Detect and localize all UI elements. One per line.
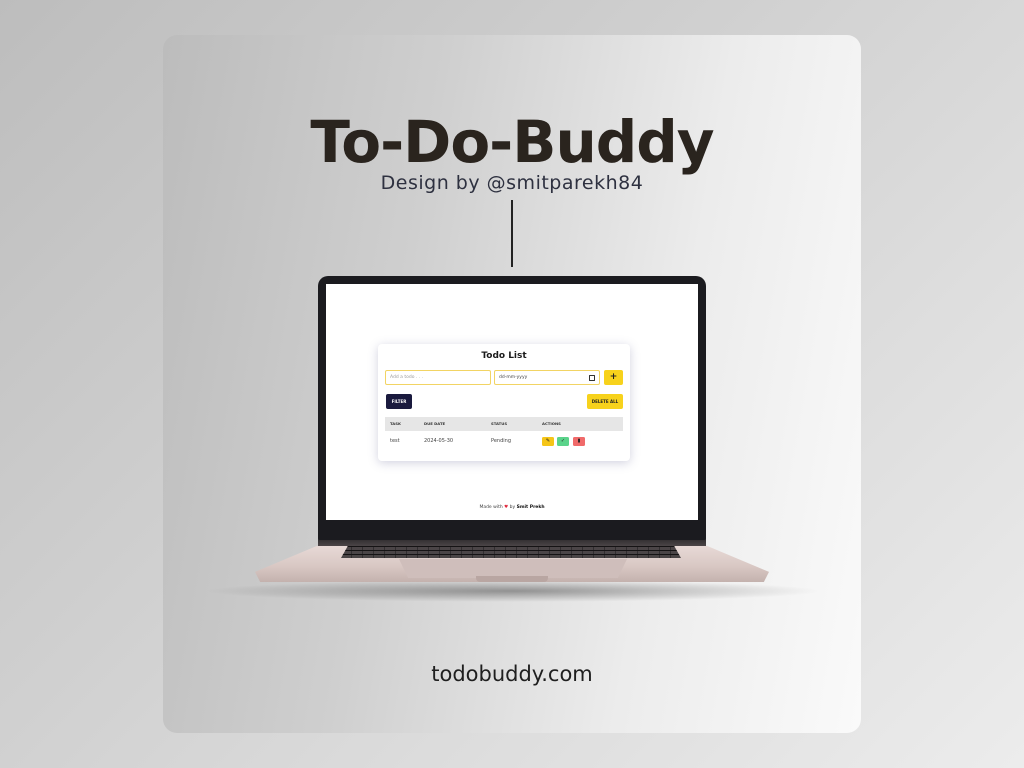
header-actions: ACTIONS	[542, 421, 561, 426]
poster-subtitle: Design by @smitparekh84	[380, 172, 644, 194]
trash-icon: ▮	[577, 438, 581, 444]
connector-line	[511, 200, 513, 267]
header-due-date: DUE DATE	[424, 421, 446, 426]
app-title: Todo List	[481, 351, 527, 361]
edit-button[interactable]: ✎	[542, 437, 554, 446]
due-date-input[interactable]: dd-mm-yyyy	[494, 370, 600, 385]
heart-icon: ♥	[504, 505, 509, 510]
header-status: STATUS	[491, 421, 508, 426]
website-domain: todobuddy.com	[431, 662, 593, 686]
poster-title: To-Do-Buddy	[310, 108, 714, 176]
cell-due-date: 2024-05-30	[424, 438, 454, 444]
footer-credit: Made with ♥ by Smit Prekh	[326, 505, 698, 510]
filter-button[interactable]: FILTER	[386, 394, 412, 409]
todo-card: Todo List Add a todo . . . dd-mm-yyyy + …	[378, 344, 630, 461]
footer-by: by	[509, 505, 516, 510]
date-input-placeholder: dd-mm-yyyy	[499, 375, 528, 380]
table-row: test 2024-05-30 Pending ✎ ✓ ▮	[385, 434, 623, 448]
task-input[interactable]: Add a todo . . .	[385, 370, 491, 385]
check-icon: ✓	[560, 438, 566, 444]
calendar-icon[interactable]	[589, 375, 595, 381]
footer-prefix: Made with	[479, 505, 503, 510]
laptop-notch	[476, 576, 548, 582]
cell-task: test	[390, 438, 400, 444]
cell-status: Pending	[491, 438, 511, 444]
delete-all-button[interactable]: DELETE ALL	[587, 394, 623, 409]
task-input-placeholder: Add a todo . . .	[390, 375, 424, 380]
edit-icon: ✎	[545, 438, 551, 444]
laptop-shadow	[203, 580, 823, 602]
header-task: TASK	[390, 421, 401, 426]
add-task-button[interactable]: +	[604, 370, 623, 385]
complete-button[interactable]: ✓	[557, 437, 569, 446]
footer-author[interactable]: Smit Prekh	[517, 505, 545, 510]
laptop-screen: Todo List Add a todo . . . dd-mm-yyyy + …	[326, 284, 698, 520]
poster-card: To-Do-Buddy Design by @smitparekh84 Todo…	[163, 35, 861, 733]
laptop-lid: Todo List Add a todo . . . dd-mm-yyyy + …	[318, 276, 706, 540]
delete-button[interactable]: ▮	[573, 437, 585, 446]
table-header: TASK DUE DATE STATUS ACTIONS	[385, 417, 623, 431]
